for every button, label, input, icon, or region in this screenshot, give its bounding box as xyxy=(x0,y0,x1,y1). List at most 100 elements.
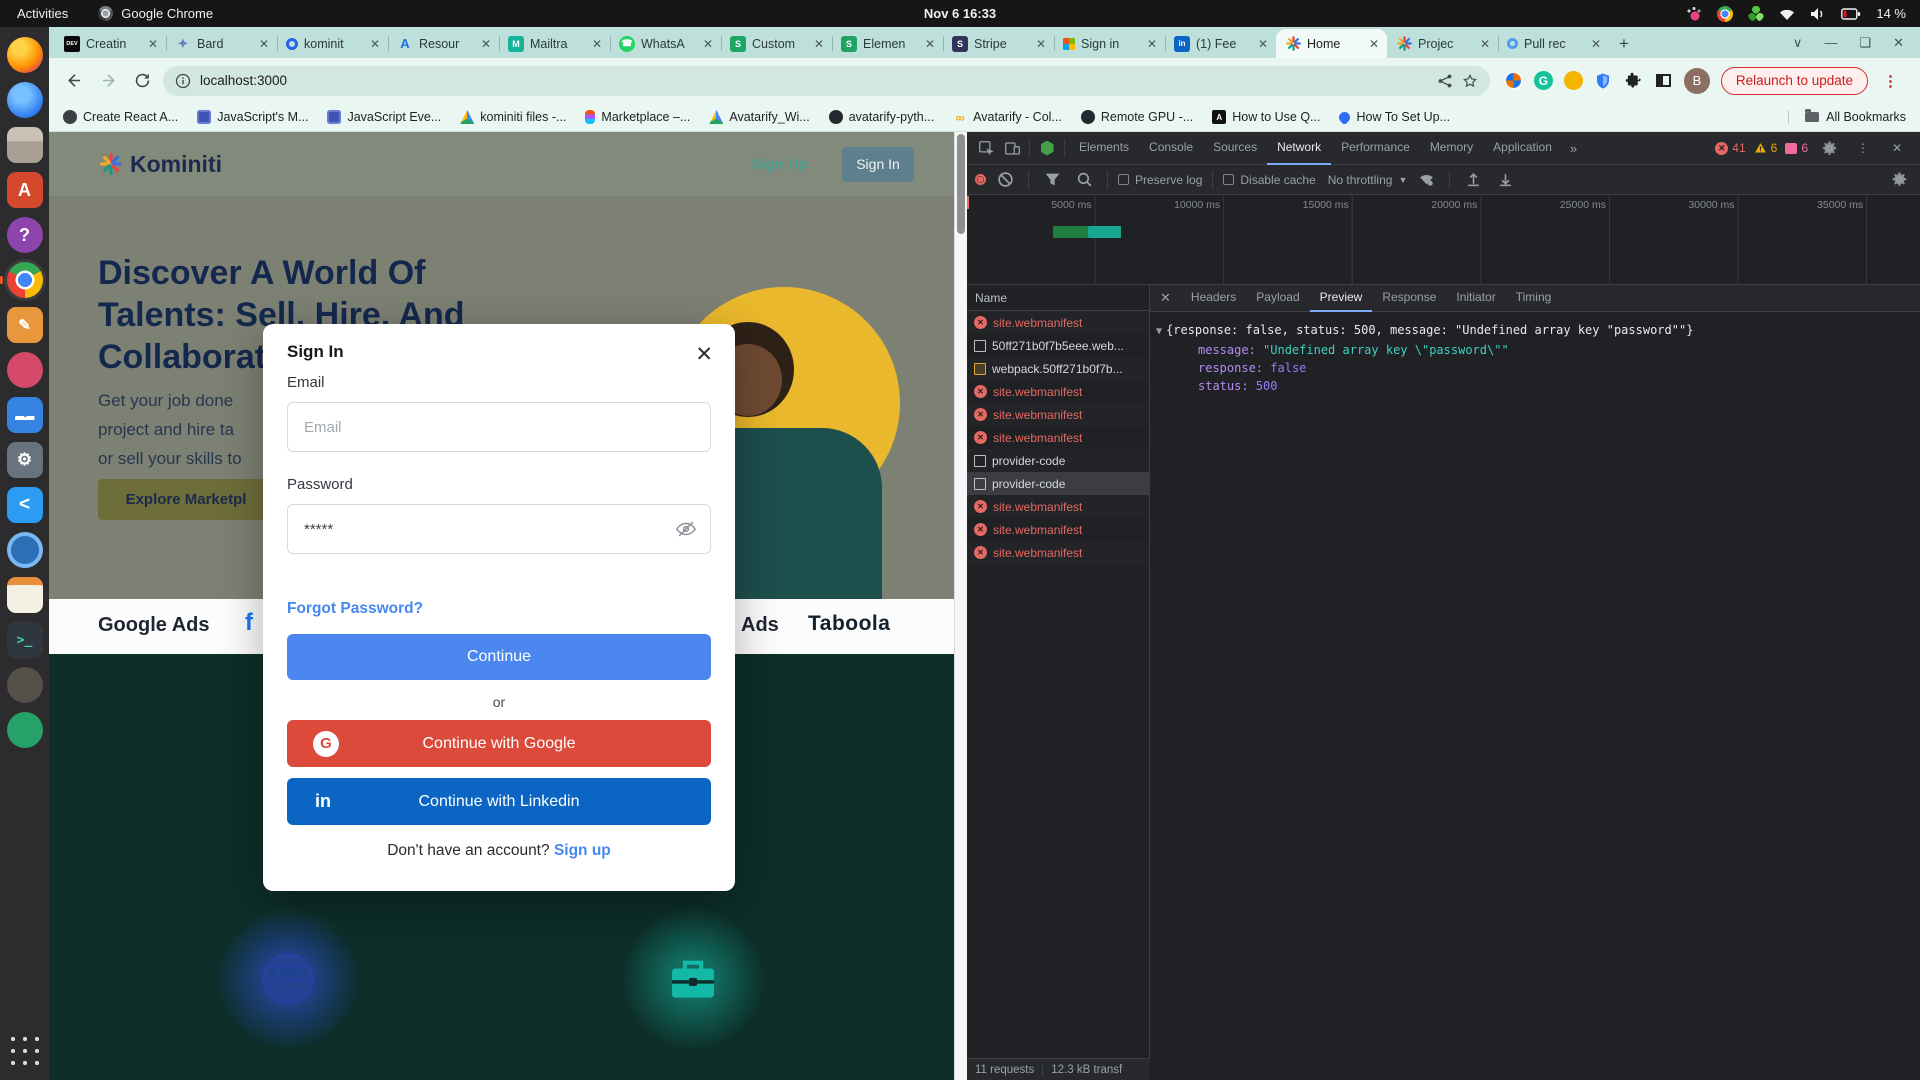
console-errors-badge[interactable]: ✕41 xyxy=(1715,141,1745,155)
tab-close-icon[interactable]: ✕ xyxy=(812,37,826,51)
continue-with-google-button[interactable]: G Continue with Google xyxy=(287,720,711,767)
devtools-tab[interactable]: Network xyxy=(1267,132,1331,165)
dock-item[interactable]: >_ xyxy=(7,622,43,658)
more-tabs-icon[interactable]: » xyxy=(1562,141,1585,156)
throttling-dropdown[interactable]: No throttling xyxy=(1328,173,1393,187)
share-icon[interactable] xyxy=(1437,73,1453,89)
browser-tab[interactable]: ☎ WhatsA ✕ xyxy=(610,29,721,58)
password-field[interactable] xyxy=(287,504,711,554)
kominiti-logo[interactable]: Kominiti xyxy=(100,151,222,178)
browser-tab[interactable]: DEV Creatin ✕ xyxy=(55,29,166,58)
devtools-tab[interactable]: Sources xyxy=(1203,132,1267,165)
tab-search-icon[interactable]: ∨ xyxy=(1793,35,1803,51)
json-property-row[interactable]: response: false xyxy=(1156,359,1914,377)
address-bar[interactable]: localhost:3000 xyxy=(163,66,1490,96)
issues-badge[interactable]: 6 xyxy=(1785,141,1808,155)
relaunch-to-update-button[interactable]: Relaunch to update xyxy=(1721,67,1868,95)
dock-item[interactable]: ? xyxy=(7,217,43,253)
dock-item[interactable] xyxy=(7,532,43,568)
export-har-icon[interactable] xyxy=(1492,167,1518,193)
tab-close-icon[interactable]: ✕ xyxy=(368,37,382,51)
dock-item[interactable] xyxy=(7,37,43,73)
network-request-row[interactable]: site.webmanifest xyxy=(967,518,1149,541)
detail-tab[interactable]: Initiator xyxy=(1446,285,1505,312)
browser-tab[interactable]: S Stripe ✕ xyxy=(943,29,1054,58)
browser-tab[interactable]: kominit ✕ xyxy=(277,29,388,58)
tab-close-icon[interactable]: ✕ xyxy=(1034,37,1048,51)
devtools-tab[interactable]: Elements xyxy=(1069,132,1139,165)
network-request-row[interactable]: provider-code xyxy=(967,449,1149,472)
network-request-row[interactable]: site.webmanifest xyxy=(967,426,1149,449)
network-request-row[interactable]: site.webmanifest xyxy=(967,403,1149,426)
network-request-row[interactable]: site.webmanifest xyxy=(967,311,1149,334)
tab-close-icon[interactable]: ✕ xyxy=(701,37,715,51)
bookmark-item[interactable]: Create React A... xyxy=(63,110,178,124)
search-icon[interactable] xyxy=(1071,167,1097,193)
bookmark-item[interactable]: kominiti files -... xyxy=(460,110,566,124)
network-request-row[interactable]: provider-code xyxy=(967,472,1149,495)
bookmark-item[interactable]: A How to Use Q... xyxy=(1212,110,1320,124)
nav-sign-in-button[interactable]: Sign In xyxy=(842,147,914,182)
browser-tab[interactable]: A Resour ✕ xyxy=(388,29,499,58)
devtools-tab[interactable]: Console xyxy=(1139,132,1203,165)
bookmark-item[interactable]: JavaScript's M... xyxy=(197,110,308,124)
close-detail-icon[interactable]: ✕ xyxy=(1150,290,1181,306)
browser-tab[interactable]: Pull rec ✕ xyxy=(1498,29,1609,58)
bookmark-item[interactable]: avatarify-pyth... xyxy=(829,110,934,124)
inspect-element-icon[interactable] xyxy=(973,135,999,161)
bookmark-item[interactable]: JavaScript Eve... xyxy=(327,110,441,124)
devtools-close-icon[interactable]: ✕ xyxy=(1884,135,1910,161)
tab-close-icon[interactable]: ✕ xyxy=(923,37,937,51)
dock-item[interactable] xyxy=(7,262,43,298)
tab-close-icon[interactable]: ✕ xyxy=(1256,37,1270,51)
detail-tab[interactable]: Response xyxy=(1372,285,1446,312)
bookmark-item[interactable]: Avatarify_Wi... xyxy=(709,110,809,124)
bookmark-item[interactable]: ∞ Avatarify - Col... xyxy=(953,110,1062,124)
tab-close-icon[interactable]: ✕ xyxy=(590,37,604,51)
devtools-tab[interactable]: Memory xyxy=(1420,132,1483,165)
scrollbar-thumb[interactable] xyxy=(957,134,965,234)
extensions-puzzle-icon[interactable] xyxy=(1624,71,1643,90)
json-property-row[interactable]: status: 500 xyxy=(1156,377,1914,395)
continue-button[interactable]: Continue xyxy=(287,634,711,680)
network-request-row[interactable]: site.webmanifest xyxy=(967,541,1149,564)
browser-tab[interactable]: S Elemen ✕ xyxy=(832,29,943,58)
preserve-log-checkbox[interactable] xyxy=(1118,174,1129,185)
dock-item[interactable]: ⚙ xyxy=(7,442,43,478)
site-info-icon[interactable] xyxy=(175,73,191,89)
extension-colorwheel-icon[interactable] xyxy=(1504,71,1523,90)
modal-close-icon[interactable]: ✕ xyxy=(691,338,717,371)
tab-close-icon[interactable]: ✕ xyxy=(1367,37,1381,51)
throttling-caret-icon[interactable]: ▼ xyxy=(1398,175,1407,185)
minimize-button[interactable]: — xyxy=(1824,35,1837,50)
import-har-icon[interactable] xyxy=(1460,167,1486,193)
devtools-tab[interactable]: Application xyxy=(1483,132,1562,165)
network-request-row[interactable]: site.webmanifest xyxy=(967,495,1149,518)
page-scrollbar[interactable] xyxy=(954,132,967,1080)
sign-up-link[interactable]: Sign up xyxy=(554,842,611,859)
browser-tab[interactable]: ✦ Bard ✕ xyxy=(166,29,277,58)
dock-item[interactable] xyxy=(7,667,43,703)
expand-triangle-icon[interactable]: ▼ xyxy=(1156,326,1162,337)
preserve-log-label[interactable]: Preserve log xyxy=(1135,173,1202,187)
detail-tab[interactable]: Timing xyxy=(1506,285,1562,312)
back-button[interactable] xyxy=(61,68,87,94)
bookmark-star-icon[interactable] xyxy=(1462,73,1478,89)
all-bookmarks-button[interactable]: All Bookmarks xyxy=(1788,110,1906,124)
tab-close-icon[interactable]: ✕ xyxy=(146,37,160,51)
new-tab-button[interactable]: + xyxy=(1609,29,1639,58)
window-close-button[interactable]: ✕ xyxy=(1893,35,1904,51)
browser-tab[interactable]: in (1) Fee ✕ xyxy=(1165,29,1276,58)
bookmark-item[interactable]: How To Set Up... xyxy=(1339,110,1450,124)
extension-yellow-icon[interactable] xyxy=(1564,71,1583,90)
network-settings-icon[interactable] xyxy=(1886,167,1912,193)
network-conditions-icon[interactable] xyxy=(1413,167,1439,193)
url-text[interactable]: localhost:3000 xyxy=(200,73,1428,88)
browser-tab[interactable]: Sign in ✕ xyxy=(1054,29,1165,58)
dock-item[interactable] xyxy=(7,397,43,433)
grammarly-extension-icon[interactable]: G xyxy=(1534,71,1553,90)
tab-close-icon[interactable]: ✕ xyxy=(1145,37,1159,51)
devtools-menu-icon[interactable]: ⋮ xyxy=(1850,135,1876,161)
vue-devtools-icon[interactable] xyxy=(1034,135,1060,161)
network-request-row[interactable]: site.webmanifest xyxy=(967,380,1149,403)
